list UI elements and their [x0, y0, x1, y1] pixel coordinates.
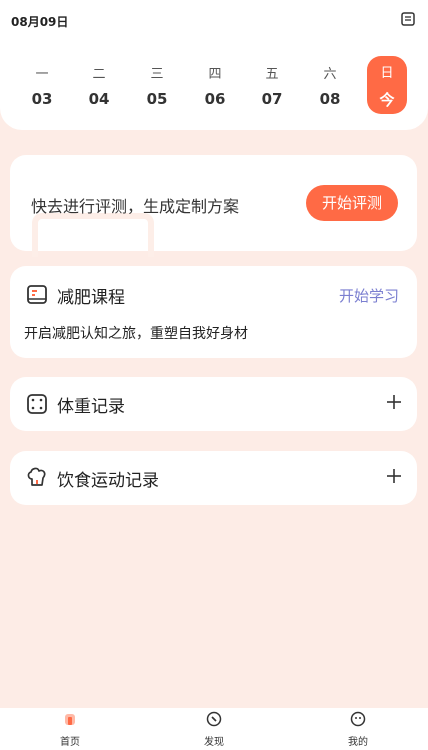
diet-exercise-card[interactable]: 饮食运动记录 [10, 451, 417, 505]
day-number: 03 [31, 90, 53, 108]
day-today[interactable]: 日 今 [367, 56, 407, 114]
weight-record-card[interactable]: 体重记录 [10, 377, 417, 431]
weekday-label: 二 [92, 67, 106, 82]
day-mon[interactable]: 一 03 [17, 56, 67, 114]
weekday-label: 一 [35, 67, 49, 82]
week-strip: 一 03 二 04 三 05 四 06 五 07 六 08 日 今 [13, 56, 413, 116]
book-icon [27, 285, 47, 304]
tab-home-label: 首页 [60, 737, 80, 748]
tab-discover-label: 发现 [204, 737, 224, 748]
bottom-tab-bar: 首页 发现 我的 [0, 708, 428, 750]
day-number: 06 [204, 90, 226, 108]
current-date: 08月09日 [11, 15, 69, 29]
start-assessment-button[interactable]: 开始评测 [306, 185, 398, 221]
day-tue[interactable]: 二 04 [74, 56, 124, 114]
start-learning-link[interactable]: 开始学习 [339, 285, 399, 306]
course-description: 开启减肥认知之旅，重塑自我好身材 [24, 326, 248, 342]
assessment-watermark [32, 213, 154, 257]
weekday-label: 日 [380, 66, 394, 81]
add-weight-icon[interactable] [385, 393, 403, 411]
home-icon [65, 714, 75, 725]
face-icon [350, 711, 366, 727]
tab-home[interactable]: 首页 [40, 708, 100, 750]
day-thu[interactable]: 四 06 [190, 56, 240, 114]
day-wed[interactable]: 三 05 [132, 56, 182, 114]
day-number: 今 [379, 91, 395, 109]
day-number: 05 [146, 90, 168, 108]
day-sat[interactable]: 六 08 [305, 56, 355, 114]
scale-icon [27, 394, 47, 414]
tab-discover[interactable]: 发现 [184, 708, 244, 750]
weekday-label: 四 [208, 67, 222, 82]
diet-exercise-title: 饮食运动记录 [57, 471, 159, 491]
weight-record-title: 体重记录 [57, 397, 125, 417]
compass-icon [206, 711, 222, 727]
weekday-label: 三 [150, 67, 164, 82]
calendar-header: 08月09日 一 03 二 04 三 05 四 06 五 07 六 08 日 今 [0, 0, 428, 130]
assessment-prompt: 快去进行评测，生成定制方案 [31, 197, 240, 216]
tab-profile-label: 我的 [348, 737, 368, 748]
weekday-label: 五 [265, 67, 279, 82]
assessment-card: 快去进行评测，生成定制方案 开始评测 [10, 155, 417, 257]
calendar-icon[interactable] [401, 12, 415, 26]
weekday-label: 六 [323, 67, 337, 82]
day-number: 04 [88, 90, 110, 108]
course-title: 减肥课程 [57, 288, 125, 308]
course-card[interactable]: 减肥课程 开始学习 开启减肥认知之旅，重塑自我好身材 [10, 266, 417, 358]
tab-profile[interactable]: 我的 [328, 708, 388, 750]
day-fri[interactable]: 五 07 [247, 56, 297, 114]
day-number: 07 [261, 90, 283, 108]
day-number: 08 [319, 90, 341, 108]
chef-hat-icon [27, 467, 46, 486]
add-diet-icon[interactable] [385, 467, 403, 485]
